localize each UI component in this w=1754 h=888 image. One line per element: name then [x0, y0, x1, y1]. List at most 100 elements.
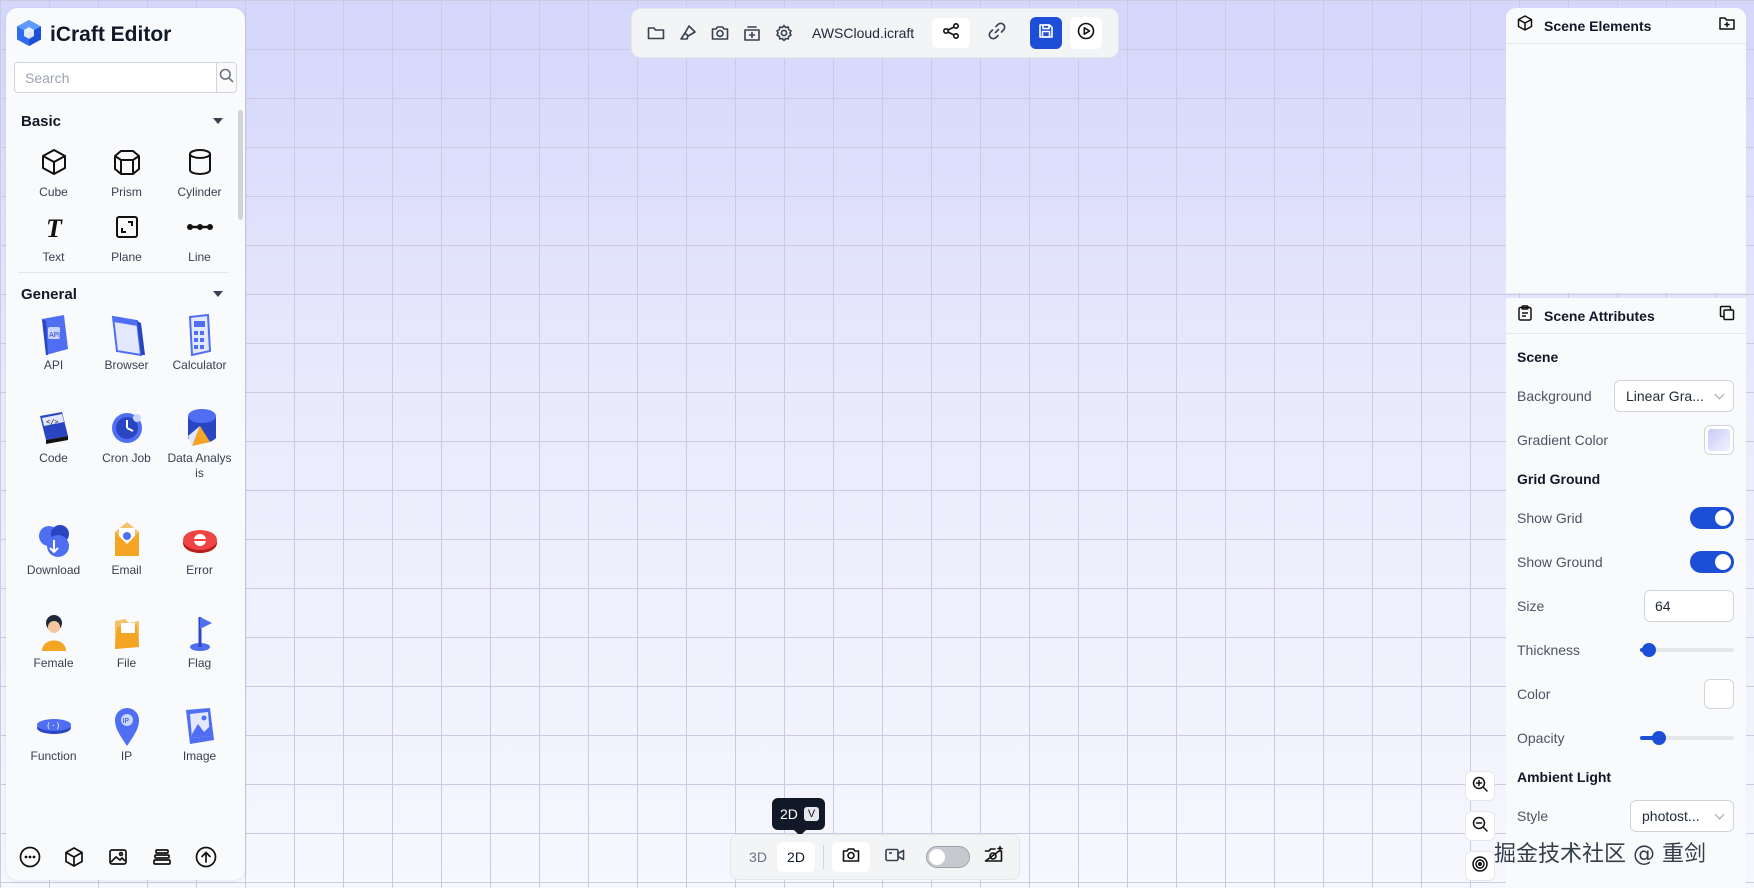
library-item-ip[interactable]: IP IP: [90, 702, 163, 795]
library-item-function[interactable]: (·) Function: [17, 702, 90, 795]
play-button[interactable]: [1070, 17, 1103, 49]
add-folder-icon[interactable]: [1718, 14, 1736, 37]
function-icon: (·): [34, 706, 74, 746]
opacity-row: Opacity: [1517, 716, 1734, 760]
svg-text:API: API: [49, 331, 60, 339]
email-icon: [107, 520, 147, 560]
box-icon: [1516, 14, 1534, 37]
library-item-text[interactable]: T Text: [17, 203, 90, 268]
library-item-cron-job[interactable]: Cron Job: [90, 404, 163, 497]
library-item-cube[interactable]: Cube: [17, 138, 90, 203]
flag-icon: [180, 613, 220, 653]
data-analysis-icon: [180, 408, 220, 448]
library-item-email[interactable]: Email: [90, 516, 163, 609]
library-item-prism[interactable]: Prism: [90, 138, 163, 203]
library-item-image[interactable]: Image: [163, 702, 236, 795]
library-item-calculator[interactable]: Calculator: [163, 311, 236, 404]
library-scrollbar[interactable]: [238, 110, 243, 220]
library-item-cylinder[interactable]: Cylinder: [163, 138, 236, 203]
focus-button[interactable]: [1465, 851, 1495, 881]
zoom-out-button[interactable]: [1465, 811, 1495, 841]
save-icon: [1037, 22, 1055, 45]
folder-icon[interactable]: [644, 21, 668, 45]
svg-text:IP: IP: [122, 717, 128, 725]
export-icon[interactable]: [740, 21, 764, 45]
show-ground-toggle[interactable]: [1690, 551, 1734, 573]
search-input[interactable]: [15, 63, 216, 92]
copy-icon[interactable]: [1718, 304, 1736, 327]
upload-icon[interactable]: [194, 845, 218, 874]
library-item-flag[interactable]: Flag: [163, 609, 236, 702]
scene-attributes-title: Scene Attributes: [1544, 307, 1655, 324]
screenshot-button[interactable]: [832, 842, 870, 872]
picture-icon[interactable]: [106, 845, 130, 874]
svg-text:(·): (·): [46, 721, 60, 730]
text-icon: T: [34, 207, 74, 247]
zoom-out-icon: [1471, 815, 1489, 838]
view-mode-2d[interactable]: 2D: [777, 842, 815, 872]
box-icon[interactable]: [62, 845, 86, 874]
view-mode-3d[interactable]: 3D: [739, 842, 777, 872]
chevron-down-icon: [1714, 809, 1725, 819]
section-header-general[interactable]: General: [6, 277, 245, 311]
library-list[interactable]: Basic Cube Prism Cylinder T Text Plane L…: [6, 104, 245, 880]
library-item-file[interactable]: File: [90, 609, 163, 702]
properties-panel: Scene Elements Scene Attributes Scene Ba…: [1506, 8, 1746, 888]
cube-icon: [34, 142, 74, 182]
share-nodes-button[interactable]: [932, 18, 971, 48]
library-item-api[interactable]: API API: [17, 311, 90, 404]
library-item-female[interactable]: Female: [17, 609, 90, 702]
ground-color-swatch[interactable]: [1704, 679, 1734, 709]
library-item-code[interactable]: </> Code: [17, 404, 90, 497]
link-button[interactable]: [978, 18, 1016, 48]
add-camera-button[interactable]: [982, 845, 1006, 869]
opacity-slider[interactable]: [1640, 728, 1734, 748]
library-item-plane[interactable]: Plane: [90, 203, 163, 268]
library-item-error[interactable]: Error: [163, 516, 236, 609]
ip-icon: IP: [107, 706, 147, 746]
size-input[interactable]: 64: [1644, 590, 1734, 622]
slider-handle[interactable]: [1642, 643, 1657, 657]
ambient-light-section-title: Ambient Light: [1517, 769, 1612, 785]
background-select[interactable]: Linear Gra...: [1614, 380, 1734, 412]
camera-icon[interactable]: [708, 21, 732, 45]
settings-icon[interactable]: [772, 21, 796, 45]
style-row: Style photost...: [1517, 794, 1734, 838]
save-button[interactable]: [1030, 17, 1063, 49]
api-icon: API: [34, 315, 74, 355]
library-item-download[interactable]: Download: [17, 516, 90, 609]
share-nodes-icon: [941, 21, 961, 46]
zoom-in-icon: [1471, 775, 1489, 798]
view-toolbar: 3D 2D: [730, 834, 1020, 880]
file-icon: [107, 613, 147, 653]
prism-icon: [107, 142, 147, 182]
scene-attributes-body: Scene Background Linear Gra... Gradient …: [1506, 334, 1746, 838]
zoom-in-button[interactable]: [1465, 771, 1495, 801]
code-icon: </>: [34, 408, 74, 448]
library-item-browser[interactable]: Browser: [90, 311, 163, 404]
search-button[interactable]: [216, 63, 236, 92]
video-camera-icon: [884, 845, 906, 870]
gradient-color-swatch[interactable]: [1704, 425, 1734, 455]
scene-elements-title: Scene Elements: [1544, 17, 1652, 34]
slider-handle[interactable]: [1651, 731, 1666, 745]
section-header-basic[interactable]: Basic: [6, 104, 245, 138]
view-mode-switch: 3D 2D: [739, 842, 815, 872]
svg-text:T: T: [46, 214, 63, 241]
caret-down-icon: [213, 291, 223, 297]
color-row: Color: [1517, 672, 1734, 716]
browser-icon: [107, 315, 147, 357]
gradient-color-row: Gradient Color: [1517, 418, 1734, 462]
library-item-line[interactable]: Line: [163, 203, 236, 268]
brush-icon[interactable]: [676, 21, 700, 45]
layers-icon[interactable]: [150, 845, 174, 874]
mode-toggle[interactable]: [926, 846, 970, 868]
library-item-data-analysis[interactable]: Data Analysis: [163, 404, 236, 516]
record-button[interactable]: [876, 842, 914, 872]
link-icon: [987, 21, 1007, 46]
more-icon[interactable]: [18, 845, 42, 874]
show-grid-toggle[interactable]: [1690, 507, 1734, 529]
scene-attributes-panel: Scene Attributes Scene Background Linear…: [1506, 298, 1746, 888]
thickness-slider[interactable]: [1640, 640, 1734, 660]
style-select[interactable]: photost...: [1630, 800, 1734, 832]
